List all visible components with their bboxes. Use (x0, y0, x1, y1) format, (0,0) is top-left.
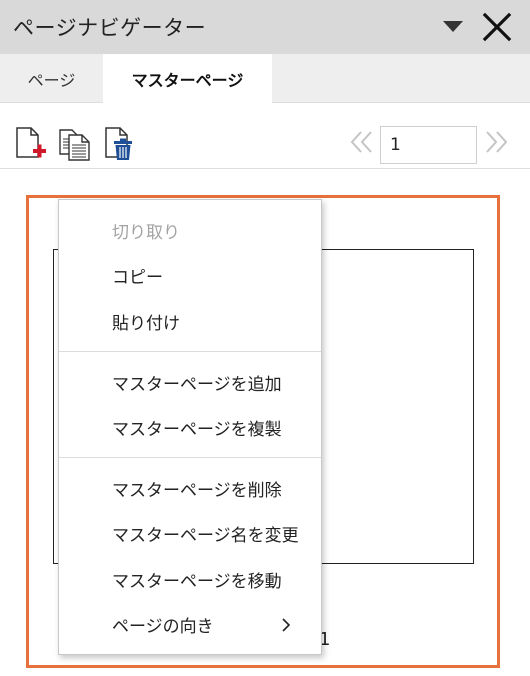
menu-item-rename-master-page-label: マスターページ名を変更 (112, 525, 299, 546)
delete-page-icon[interactable] (101, 126, 137, 162)
menu-item-page-orientation-label: ページの向き (112, 616, 214, 637)
page-number-input[interactable] (380, 126, 477, 164)
chevron-right-icon (282, 618, 291, 632)
panel-title-bar: ページナビゲーター (0, 0, 530, 54)
menu-item-paste-label: 貼り付け (112, 313, 180, 334)
menu-item-cut-label: 切り取り (112, 222, 180, 243)
menu-item-add-master-page-label: マスターページを追加 (112, 374, 282, 395)
toolbar (0, 104, 530, 169)
menu-item-paste[interactable]: 貼り付け (59, 301, 321, 341)
copy-page-icon[interactable] (57, 126, 93, 162)
menu-separator (59, 457, 321, 458)
menu-item-copy[interactable]: コピー (59, 255, 321, 295)
tab-pages-label: ページ (27, 70, 76, 90)
next-page-icon[interactable] (482, 128, 510, 156)
tab-pages[interactable]: ページ (0, 54, 103, 103)
menu-item-copy-label: コピー (112, 267, 163, 288)
menu-separator (59, 351, 321, 352)
tab-master-pages-label: マスターページ (131, 70, 244, 90)
menu-item-duplicate-master-page[interactable]: マスターページを複製 (59, 407, 321, 447)
menu-item-duplicate-master-page-label: マスターページを複製 (112, 419, 282, 440)
context-menu: 切り取り コピー 貼り付け マスターページを追加 マスターページを複製 マスター… (58, 199, 322, 655)
dropdown-triangle-icon[interactable] (441, 18, 465, 34)
previous-page-icon[interactable] (348, 128, 376, 156)
menu-item-move-master-page[interactable]: マスターページを移動 (59, 559, 321, 599)
menu-item-rename-master-page[interactable]: マスターページ名を変更 (59, 513, 321, 553)
menu-item-add-master-page[interactable]: マスターページを追加 (59, 362, 321, 402)
add-page-icon[interactable] (12, 126, 48, 162)
panel-title: ページナビゲーター (13, 16, 207, 40)
close-icon[interactable] (481, 11, 513, 43)
menu-item-cut: 切り取り (59, 210, 321, 250)
tab-bar: ページ マスターページ (0, 54, 530, 103)
menu-item-page-orientation[interactable]: ページの向き (59, 604, 321, 644)
tab-master-pages[interactable]: マスターページ (103, 54, 272, 103)
menu-item-delete-master-page[interactable]: マスターページを削除 (59, 468, 321, 508)
menu-item-delete-master-page-label: マスターページを削除 (112, 480, 282, 501)
menu-item-move-master-page-label: マスターページを移動 (112, 571, 282, 592)
